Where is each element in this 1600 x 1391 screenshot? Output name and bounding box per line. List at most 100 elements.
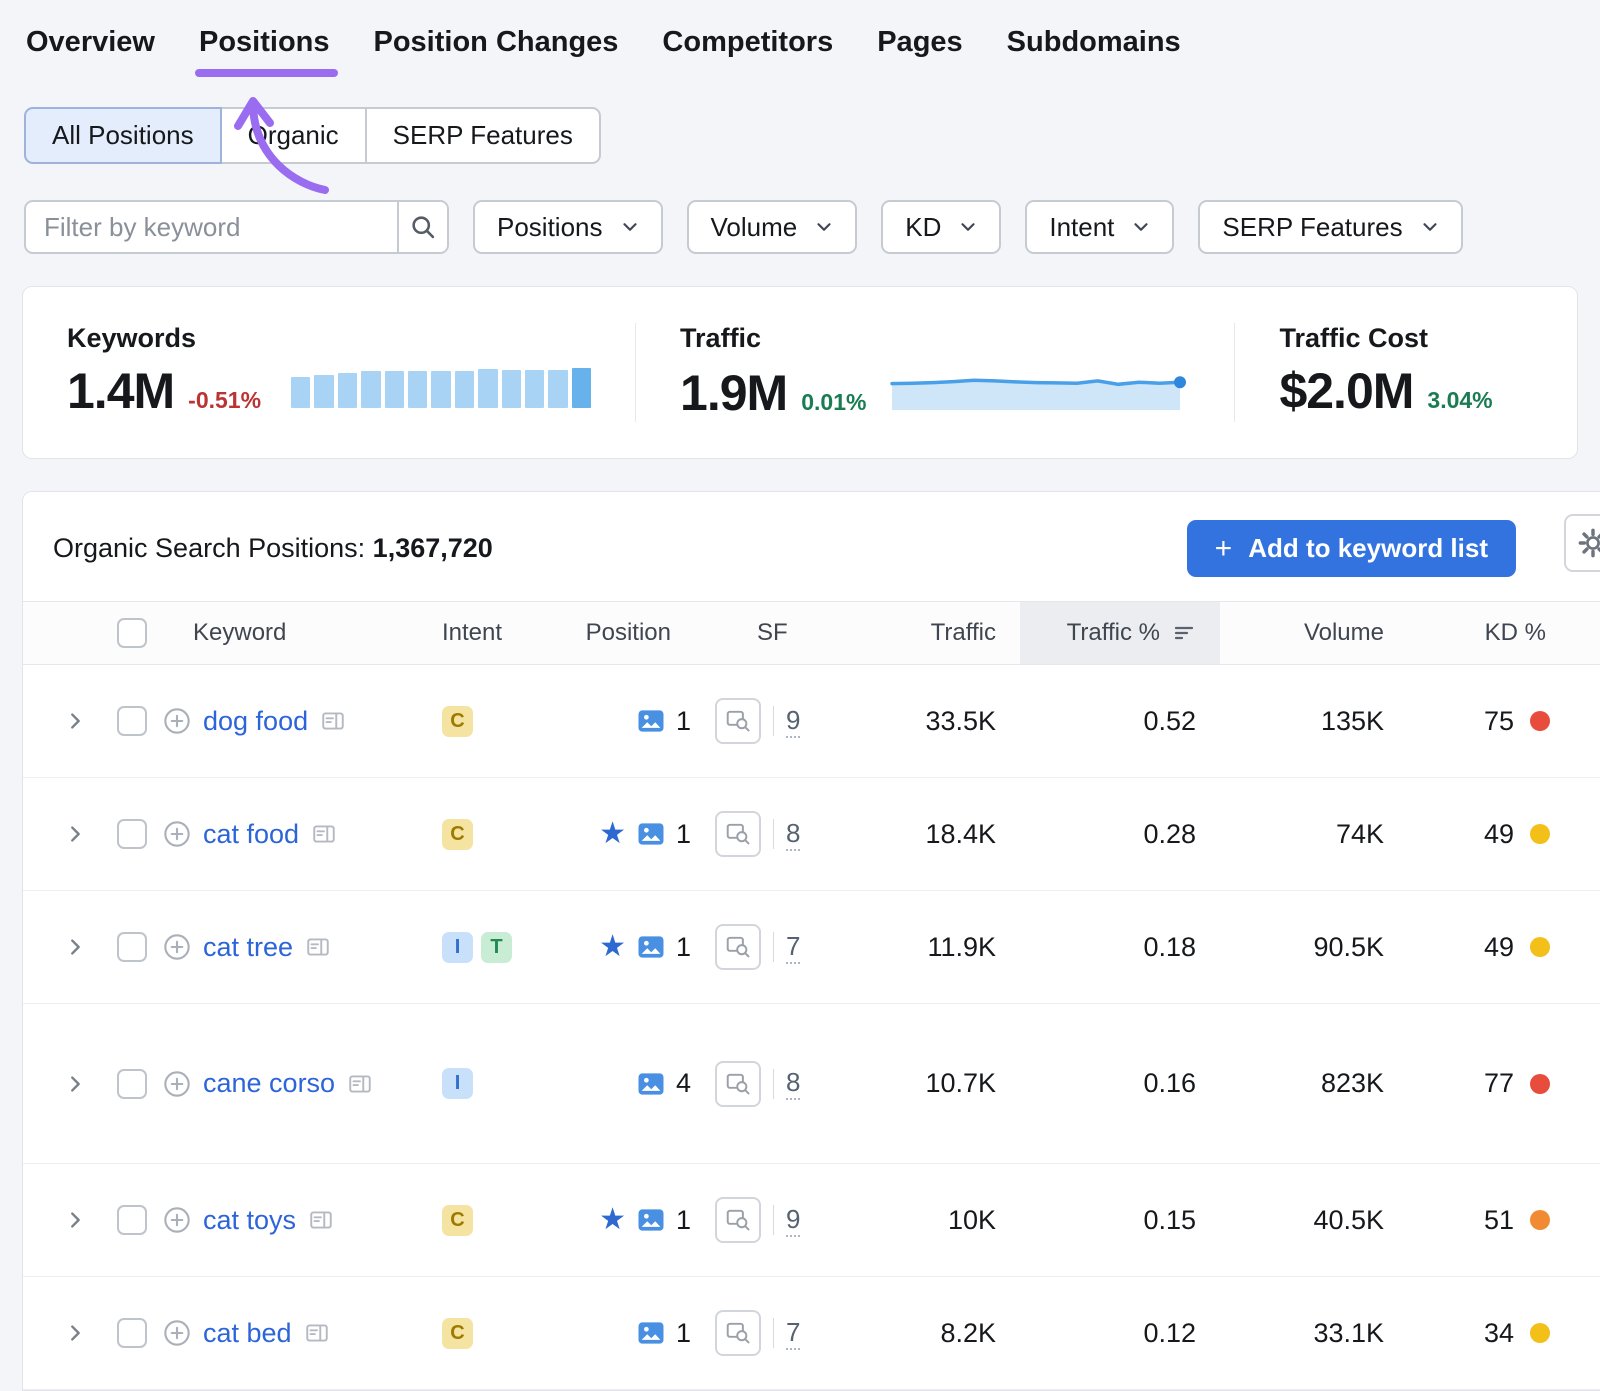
- kd-dot: [1530, 1210, 1550, 1230]
- row-checkbox[interactable]: [117, 1069, 147, 1099]
- expand-row-icon[interactable]: [64, 823, 86, 845]
- add-keyword-icon[interactable]: [163, 1206, 191, 1234]
- add-keyword-icon[interactable]: [163, 707, 191, 735]
- table-settings-button[interactable]: [1564, 514, 1600, 572]
- expand-row-icon[interactable]: [64, 1073, 86, 1095]
- keyword-card-icon[interactable]: [308, 1207, 334, 1233]
- spark-bar: [314, 375, 333, 408]
- tab-pages[interactable]: Pages: [877, 26, 962, 59]
- dropdown-label: Intent: [1049, 212, 1114, 243]
- expand-row-icon[interactable]: [64, 710, 86, 732]
- spark-bar: [572, 368, 591, 408]
- keyword-link[interactable]: cat bed: [203, 1318, 292, 1349]
- row-checkbox[interactable]: [117, 932, 147, 962]
- add-keyword-icon[interactable]: [163, 1319, 191, 1347]
- traffic-value: 33.5K: [830, 706, 1020, 737]
- row-checkbox[interactable]: [117, 706, 147, 736]
- intent-cell: C: [398, 1205, 518, 1236]
- keyword-link[interactable]: cat toys: [203, 1205, 296, 1236]
- add-keyword-icon[interactable]: [163, 820, 191, 848]
- divider: [773, 706, 774, 736]
- col-sf[interactable]: SF: [695, 602, 830, 664]
- volume-value: 74K: [1220, 819, 1408, 850]
- chevron-down-icon: [619, 216, 641, 238]
- kd-value: 51: [1484, 1205, 1514, 1236]
- serp-snapshot-button[interactable]: [715, 1310, 761, 1356]
- spark-bar: [291, 377, 310, 408]
- serp-snapshot-button[interactable]: [715, 1197, 761, 1243]
- col-keyword[interactable]: Keyword: [163, 602, 398, 664]
- tab-competitors[interactable]: Competitors: [662, 26, 833, 59]
- tab-positions[interactable]: Positions: [199, 26, 330, 59]
- keyword-card-icon[interactable]: [304, 1320, 330, 1346]
- chevron-down-icon: [813, 216, 835, 238]
- traffic-sparkline: [890, 362, 1190, 410]
- col-traffic-pct[interactable]: Traffic %: [1020, 602, 1220, 664]
- serp-snapshot-button[interactable]: [715, 924, 761, 970]
- dropdown-label: Volume: [711, 212, 798, 243]
- add-to-keyword-list-button[interactable]: + Add to keyword list: [1187, 520, 1516, 577]
- position-value: 1: [676, 1205, 691, 1236]
- sf-count-link[interactable]: 9: [786, 1204, 800, 1237]
- expand-row-icon[interactable]: [64, 1209, 86, 1231]
- kd-cell: 77: [1408, 1068, 1570, 1099]
- keyword-link[interactable]: cat food: [203, 819, 299, 850]
- metric-traffic-label: Traffic: [680, 323, 1190, 354]
- filter-dropdown-intent[interactable]: Intent: [1025, 200, 1174, 254]
- kd-cell: 49: [1408, 932, 1570, 963]
- serp-preview-icon: [725, 934, 751, 960]
- sf-count-link[interactable]: 7: [786, 931, 800, 964]
- sf-count-link[interactable]: 7: [786, 1317, 800, 1350]
- keyword-link[interactable]: cane corso: [203, 1068, 335, 1099]
- col-kd[interactable]: KD %: [1408, 602, 1570, 664]
- sf-count-link[interactable]: 8: [786, 818, 800, 851]
- keyword-link[interactable]: cat tree: [203, 932, 293, 963]
- search-button[interactable]: [397, 202, 447, 252]
- image-pack-icon: [636, 819, 666, 849]
- spark-bar: [338, 373, 357, 408]
- spark-bar: [502, 370, 521, 408]
- col-intent[interactable]: Intent: [398, 602, 518, 664]
- segment-organic[interactable]: Organic: [220, 107, 367, 164]
- expand-row-icon[interactable]: [64, 936, 86, 958]
- add-keyword-icon[interactable]: [163, 1070, 191, 1098]
- sf-count-link[interactable]: 8: [786, 1067, 800, 1100]
- position-star-icon: ★: [599, 1205, 626, 1235]
- keyword-card-icon[interactable]: [305, 934, 331, 960]
- keyword-filter-input[interactable]: [26, 202, 397, 252]
- intent-cell: C: [398, 819, 518, 850]
- serp-snapshot-button[interactable]: [715, 698, 761, 744]
- add-keyword-icon[interactable]: [163, 933, 191, 961]
- select-all-checkbox[interactable]: [117, 618, 147, 648]
- filter-dropdown-kd[interactable]: KD: [881, 200, 1001, 254]
- serp-preview-icon: [725, 1320, 751, 1346]
- metric-keywords: Keywords 1.4M -0.51%: [23, 323, 635, 422]
- filter-dropdown-positions[interactable]: Positions: [473, 200, 663, 254]
- expand-row-icon[interactable]: [64, 1322, 86, 1344]
- keyword-card-icon[interactable]: [311, 821, 337, 847]
- col-volume[interactable]: Volume: [1220, 602, 1408, 664]
- segment-serp-features[interactable]: SERP Features: [365, 107, 601, 164]
- filter-dropdown-volume[interactable]: Volume: [687, 200, 858, 254]
- traffic-pct-value: 0.28: [1020, 819, 1220, 850]
- tab-overview[interactable]: Overview: [26, 26, 155, 59]
- col-traffic[interactable]: Traffic: [830, 602, 1020, 664]
- sf-count-link[interactable]: 9: [786, 705, 800, 738]
- col-position[interactable]: Position: [518, 602, 695, 664]
- keyword-card-icon[interactable]: [320, 708, 346, 734]
- table-header-row: Keyword Intent Position SF Traffic Traff…: [23, 601, 1600, 665]
- position-cell: 1: [518, 1318, 695, 1349]
- filter-dropdown-serp-features[interactable]: SERP Features: [1198, 200, 1462, 254]
- tab-position-changes[interactable]: Position Changes: [374, 26, 619, 59]
- row-checkbox[interactable]: [117, 1318, 147, 1348]
- keyword-card-icon[interactable]: [347, 1071, 373, 1097]
- position-cell: 1: [518, 706, 695, 737]
- tab-subdomains[interactable]: Subdomains: [1007, 26, 1181, 59]
- keyword-link[interactable]: dog food: [203, 706, 308, 737]
- row-checkbox[interactable]: [117, 1205, 147, 1235]
- serp-snapshot-button[interactable]: [715, 1061, 761, 1107]
- row-checkbox[interactable]: [117, 819, 147, 849]
- divider: [773, 1069, 774, 1099]
- serp-snapshot-button[interactable]: [715, 811, 761, 857]
- segment-all-positions[interactable]: All Positions: [24, 107, 222, 164]
